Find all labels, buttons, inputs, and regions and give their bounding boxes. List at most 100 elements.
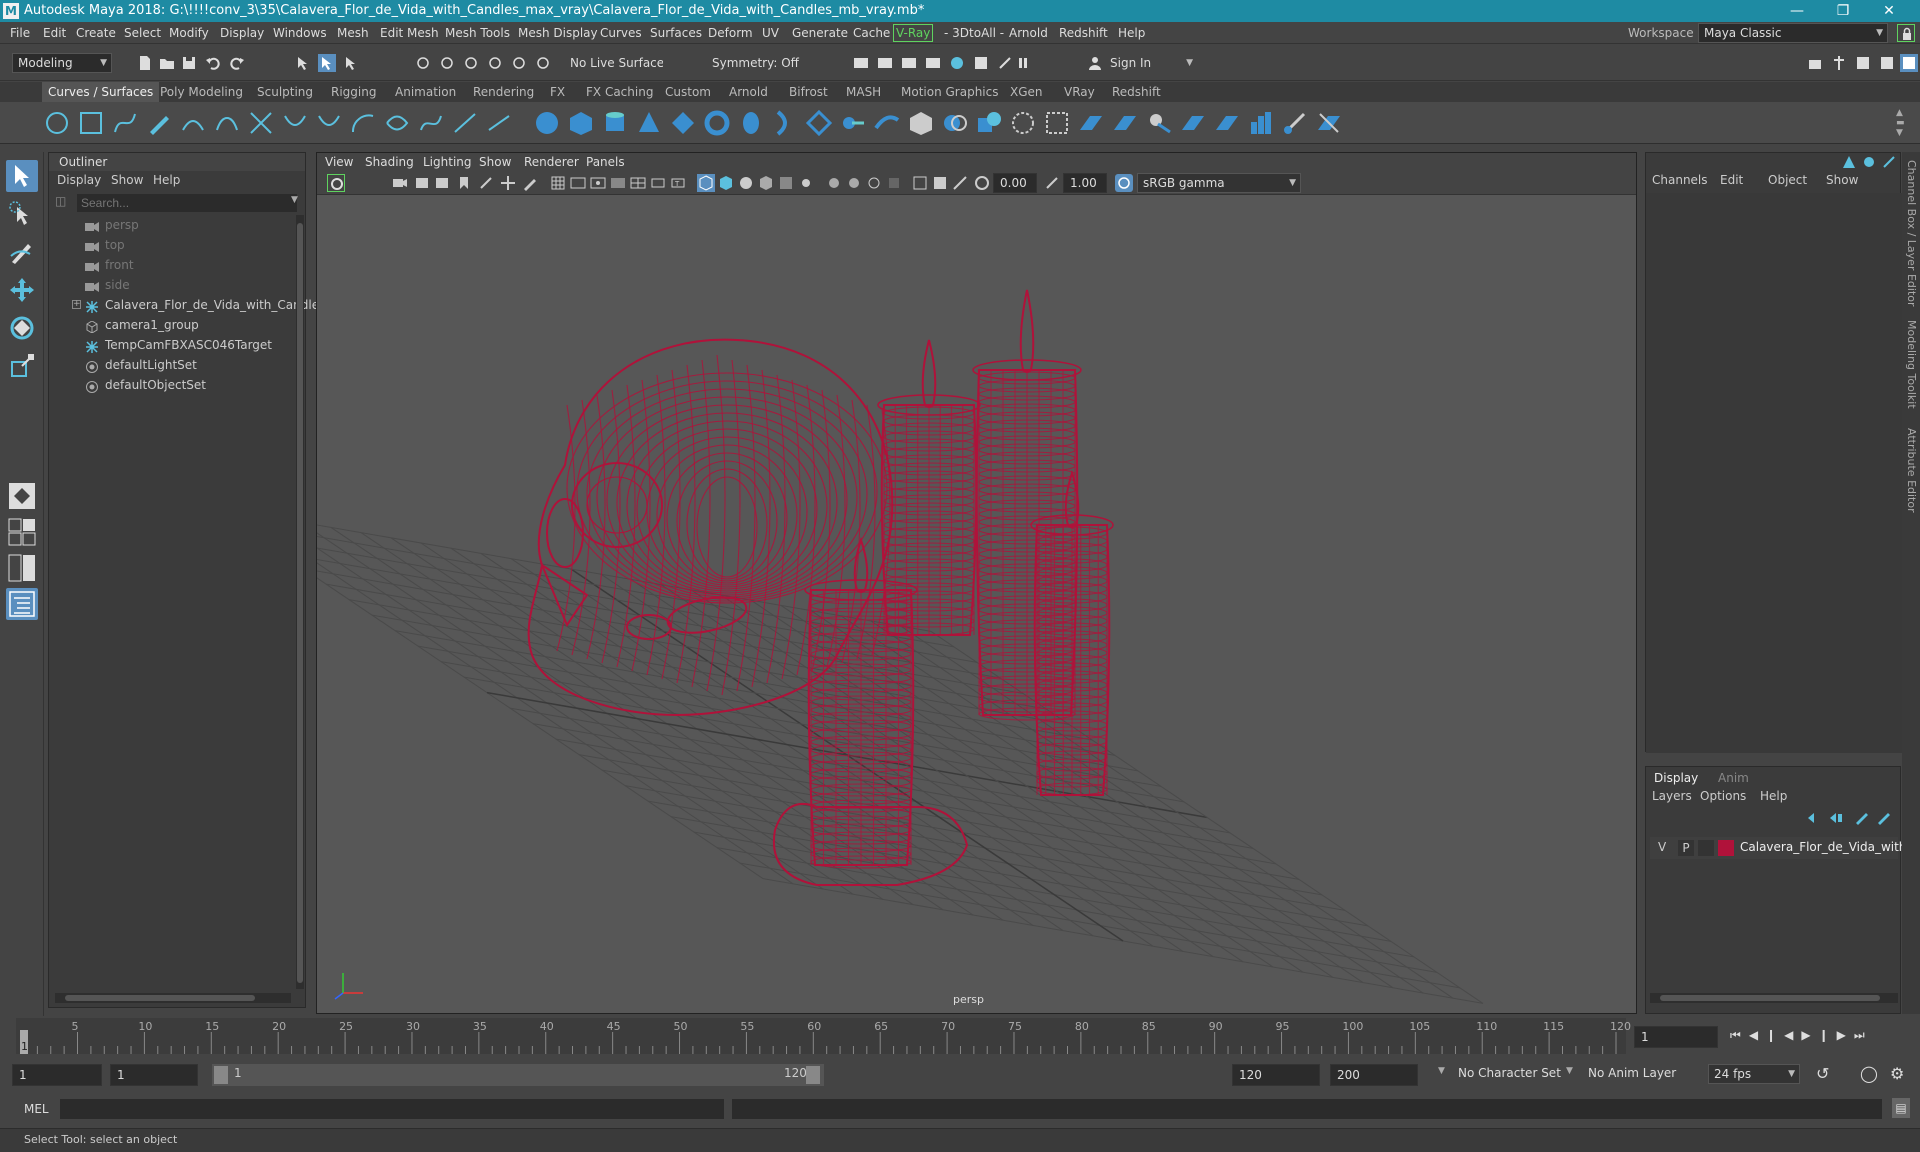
outliner-item-calavera[interactable]: + Calavera_Flor_de_Vida_with_Candles_ [49, 295, 331, 315]
go-to-end-icon[interactable]: ⏭ [1854, 1028, 1873, 1042]
menu-create[interactable]: Create [76, 22, 116, 44]
outliner-search-input[interactable] [77, 194, 297, 212]
channel-box-menu-show[interactable]: Show [1826, 171, 1858, 189]
nurbs-circle-icon[interactable] [44, 110, 70, 136]
play-backwards-icon[interactable]: ◀ [1784, 1028, 1801, 1042]
planar-icon[interactable] [805, 109, 833, 137]
revolve-icon[interactable] [738, 110, 764, 136]
menu-deform[interactable]: Deform [708, 22, 753, 44]
menu-display[interactable]: Display [220, 22, 264, 44]
offset-curve-icon[interactable] [384, 110, 410, 136]
square-surface-icon[interactable] [976, 110, 1002, 136]
birail-icon[interactable] [874, 110, 900, 136]
layer-playback-toggle[interactable]: P [1678, 840, 1694, 856]
viewport-menu-lighting[interactable]: Lighting [423, 153, 472, 171]
symmetry-dropdown[interactable]: Symmetry: Off [706, 53, 806, 73]
close-icon[interactable]: ✕ [1866, 0, 1912, 22]
menu-generate[interactable]: Generate [792, 22, 848, 44]
outliner-menu-help[interactable]: Help [153, 171, 180, 189]
nurbs-square-icon[interactable] [78, 110, 104, 136]
chevron-down-icon[interactable]: ▼ [1566, 1066, 1573, 1076]
menu-mesh-display[interactable]: Mesh Display [518, 22, 598, 44]
smooth-shade-icon[interactable] [717, 174, 735, 192]
lights-icon[interactable] [797, 174, 815, 192]
color-space-dropdown[interactable]: sRGB gamma ▼ [1137, 173, 1301, 193]
tab-channel-box-layer-editor[interactable]: Channel Box / Layer Editor [1905, 160, 1918, 307]
chevron-down-icon[interactable]: ▼ [291, 195, 298, 205]
outliner-menu-display[interactable]: Display [57, 171, 101, 189]
extend-surface-icon[interactable] [1214, 110, 1240, 136]
color-management-icon[interactable] [1115, 174, 1133, 192]
shelf-tab-arnold[interactable]: Arnold [723, 82, 774, 102]
shelf-scroll-icon[interactable]: ▲ ▬ ▼ [1896, 108, 1910, 140]
outliner-item-default-object-set[interactable]: defaultObjectSet [49, 375, 289, 395]
select-tool-icon[interactable] [6, 160, 38, 192]
bevel-plus-icon[interactable] [908, 110, 934, 136]
safe-title-icon[interactable]: T [669, 174, 687, 192]
menu-help[interactable]: Help [1118, 22, 1145, 44]
add-points-icon[interactable] [452, 110, 478, 136]
lock-camera-icon[interactable] [477, 174, 495, 192]
select-object-icon[interactable] [318, 54, 336, 72]
snap-surface-icon[interactable] [510, 54, 528, 72]
viewport-menu-shading[interactable]: Shading [365, 153, 414, 171]
image-plane-icon[interactable] [433, 174, 451, 192]
field-chart-icon[interactable] [629, 174, 647, 192]
current-frame-field[interactable]: 1 [1634, 1026, 1718, 1048]
attribute-editor-icon[interactable] [1854, 54, 1872, 72]
redo-icon[interactable] [228, 54, 246, 72]
outliner-item-default-light-set[interactable]: defaultLightSet [49, 355, 289, 375]
shelf-tab-fx[interactable]: FX [544, 82, 571, 102]
motion-blur-icon[interactable] [865, 174, 883, 192]
chevron-down-icon[interactable]: ▼ [1438, 1066, 1445, 1076]
outliner-item-side[interactable]: side [49, 275, 289, 295]
go-to-start-icon[interactable]: ⏮ [1730, 1028, 1749, 1042]
animation-start-field[interactable]: 1 [12, 1064, 102, 1086]
wireframe-icon[interactable] [697, 174, 715, 192]
open-close-surface-icon[interactable] [1146, 110, 1172, 136]
outliner-item-persp[interactable]: persp [49, 215, 289, 235]
layer-editor-toggle-icon[interactable] [1862, 155, 1876, 169]
layer-tab-display[interactable]: Display [1654, 771, 1698, 785]
animation-end-field[interactable]: 200 [1330, 1064, 1418, 1086]
select-camera-icon[interactable] [327, 174, 345, 192]
play-forwards-icon[interactable]: ▶ [1801, 1028, 1818, 1042]
timeline-ruler[interactable]: 5 10 15 20 25 30 35 40 45 50 55 60 65 70 75 80 85 90 95 100… [16, 1016, 1636, 1056]
shelf-tab-xgen[interactable]: XGen [1004, 82, 1049, 102]
curve-editing-icon[interactable] [486, 110, 512, 136]
lock-icon[interactable] [1897, 24, 1915, 42]
menu-mesh-tools[interactable]: Mesh Tools [445, 22, 510, 44]
move-tool-icon[interactable] [6, 274, 38, 306]
menu-edit[interactable]: Edit [43, 22, 66, 44]
new-layer-selected-icon[interactable] [1876, 811, 1892, 825]
shadows-icon[interactable] [825, 174, 843, 192]
default-material-icon[interactable] [737, 174, 755, 192]
anim-layer-dropdown[interactable]: No Anim Layer [1588, 1066, 1676, 1080]
detach-curves-icon[interactable] [282, 110, 308, 136]
save-scene-icon[interactable] [180, 54, 198, 72]
anti-aliasing-icon[interactable] [885, 174, 903, 192]
outliner-layout-icon[interactable] [6, 588, 38, 620]
live-surface-field[interactable]: No Live Surface [564, 53, 664, 73]
minimize-icon[interactable]: — [1774, 0, 1820, 22]
undo-icon[interactable] [204, 54, 222, 72]
playback-start-field[interactable]: 1 [110, 1064, 198, 1086]
expand-panel-icon[interactable] [1882, 155, 1896, 169]
gamma-field[interactable]: 1.00 [1063, 173, 1107, 193]
sign-in-button[interactable]: Sign In ▼ [1104, 53, 1198, 73]
layer-name[interactable]: Calavera_Flor_de_Vida_with_C [1740, 840, 1920, 854]
xray-icon[interactable] [777, 174, 795, 192]
new-layer-icon[interactable] [1854, 811, 1870, 825]
script-language-toggle[interactable]: MEL [24, 1102, 49, 1116]
nurbs-torus-icon[interactable] [704, 110, 730, 136]
move-layer-down-icon[interactable] [1828, 811, 1844, 825]
outliner-menu-show[interactable]: Show [111, 171, 143, 189]
bookmark-icon[interactable] [413, 174, 431, 192]
surface-editing-icon[interactable] [1316, 110, 1342, 136]
ambient-occlusion-icon[interactable] [845, 174, 863, 192]
layer-menu-layers[interactable]: Layers [1652, 789, 1692, 803]
mode-dropdown[interactable]: Modeling ▼ [12, 53, 112, 73]
exposure-icon[interactable] [973, 174, 991, 192]
paint-select-tool-icon[interactable] [6, 236, 38, 268]
shelf-tab-motion-graphics[interactable]: Motion Graphics [895, 82, 1005, 102]
